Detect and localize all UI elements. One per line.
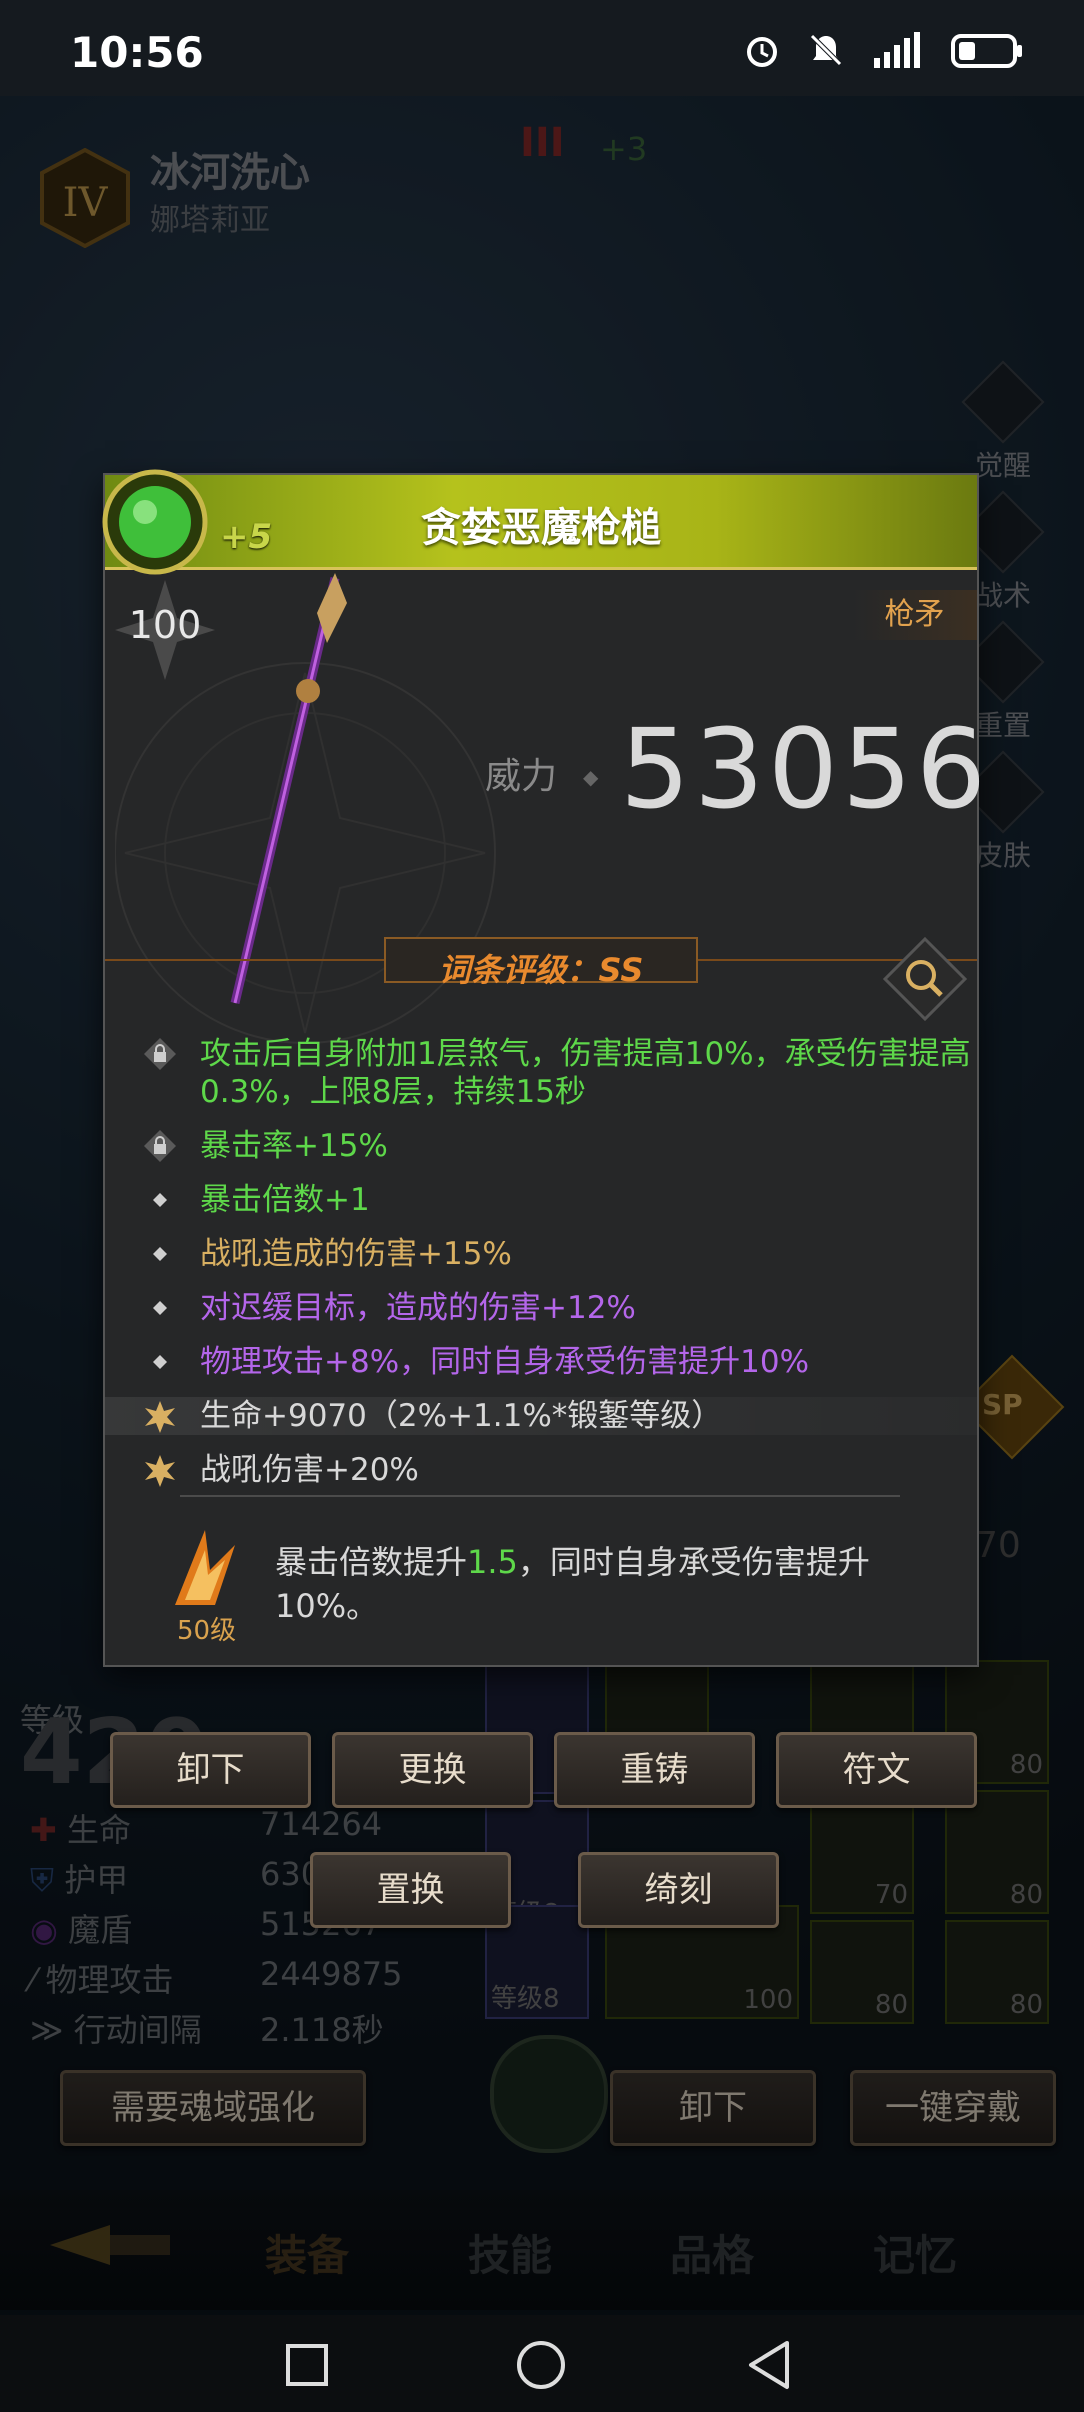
magnifier-icon[interactable] — [882, 936, 968, 1022]
divider — [180, 1495, 900, 1497]
skill-number: 1.5 — [467, 1543, 518, 1581]
diamond-separator-icon: ◆ — [583, 765, 599, 789]
green-gem-icon — [100, 467, 210, 577]
diamond-icon — [153, 1247, 167, 1261]
swap-button[interactable]: 置换 — [310, 1852, 511, 1928]
property-text: 暴击率+15% — [200, 1128, 388, 1164]
lock-icon — [144, 1130, 176, 1162]
property-text: 物理攻击+8%，同时自身承受伤害提升10% — [200, 1344, 810, 1380]
skill-text-before: 暴击倍数提升 — [275, 1543, 468, 1581]
back-icon[interactable] — [745, 2339, 793, 2391]
property-text: 生命+9070（2%+1.1%*锻錾等级） — [200, 1398, 723, 1434]
home-icon[interactable] — [515, 2339, 567, 2391]
property-list: 攻击后自身附加1层煞气，伤害提高10%，承受伤害提高0.3%，上限8层，持续15… — [105, 1035, 977, 1505]
power-value: 53056 — [620, 705, 990, 833]
property-item: 物理攻击+8%，同时自身承受伤害提升10% — [105, 1343, 977, 1381]
engrave-button[interactable]: 绮刻 — [578, 1852, 779, 1928]
unequip-button[interactable]: 卸下 — [110, 1732, 311, 1808]
system-nav-bar — [0, 2315, 1084, 2412]
property-text: 战吼造成的伤害+15% — [200, 1236, 512, 1272]
property-item: 战吼造成的伤害+15% — [105, 1235, 977, 1273]
enhance-level: +5 — [220, 517, 273, 557]
weapon-type-tag: 枪矛 — [852, 590, 977, 640]
property-item: 战吼伤害+20% — [105, 1451, 977, 1489]
signal-icon — [874, 32, 920, 68]
property-item: 暴击倍数+1 — [105, 1181, 977, 1219]
diamond-icon — [153, 1301, 167, 1315]
property-item: 暴击率+15% — [105, 1127, 977, 1165]
diamond-icon — [153, 1193, 167, 1207]
diamond-icon — [153, 1355, 167, 1369]
item-level: 100 — [128, 603, 202, 647]
mute-icon — [810, 34, 842, 66]
power-label: 威力 — [485, 756, 558, 797]
property-text: 攻击后自身附加1层煞气，伤害提高10%，承受伤害提高0.3%，上限8层，持续15… — [200, 1036, 971, 1110]
property-text: 暴击倍数+1 — [200, 1182, 370, 1218]
status-time: 10:56 — [70, 28, 204, 77]
star-icon — [145, 1455, 175, 1487]
alarm-icon — [747, 37, 777, 67]
skill-description: 暴击倍数提升1.5，同时自身承受伤害提升10%。 — [275, 1540, 925, 1628]
battery-icon — [951, 34, 1022, 68]
affix-rating: 词条评级：SS — [438, 951, 644, 989]
reforge-button[interactable]: 重铸 — [554, 1732, 755, 1808]
status-bar: 10:56 — [0, 0, 1084, 96]
property-item: 对迟缓目标，造成的伤害+12% — [105, 1289, 977, 1327]
star-icon — [145, 1401, 175, 1433]
property-item: 攻击后自身附加1层煞气，伤害提高10%，承受伤害提高0.3%，上限8层，持续15… — [105, 1035, 977, 1111]
lock-icon — [144, 1038, 176, 1070]
property-text: 战吼伤害+20% — [200, 1452, 419, 1488]
property-text: 对迟缓目标，造成的伤害+12% — [200, 1290, 636, 1326]
status-icons — [742, 30, 1024, 70]
recent-apps-icon[interactable] — [285, 2343, 329, 2387]
item-detail-card: 贪婪恶魔枪槌 +5 100 枪矛 威力 ◆ 53056 词条评级：SS 攻击后自… — [102, 469, 986, 1665]
skill-level: 50级 — [177, 1616, 237, 1646]
replace-button[interactable]: 更换 — [332, 1732, 533, 1808]
property-item: 生命+9070（2%+1.1%*锻錾等级） — [105, 1397, 977, 1435]
rune-button[interactable]: 符文 — [776, 1732, 977, 1808]
